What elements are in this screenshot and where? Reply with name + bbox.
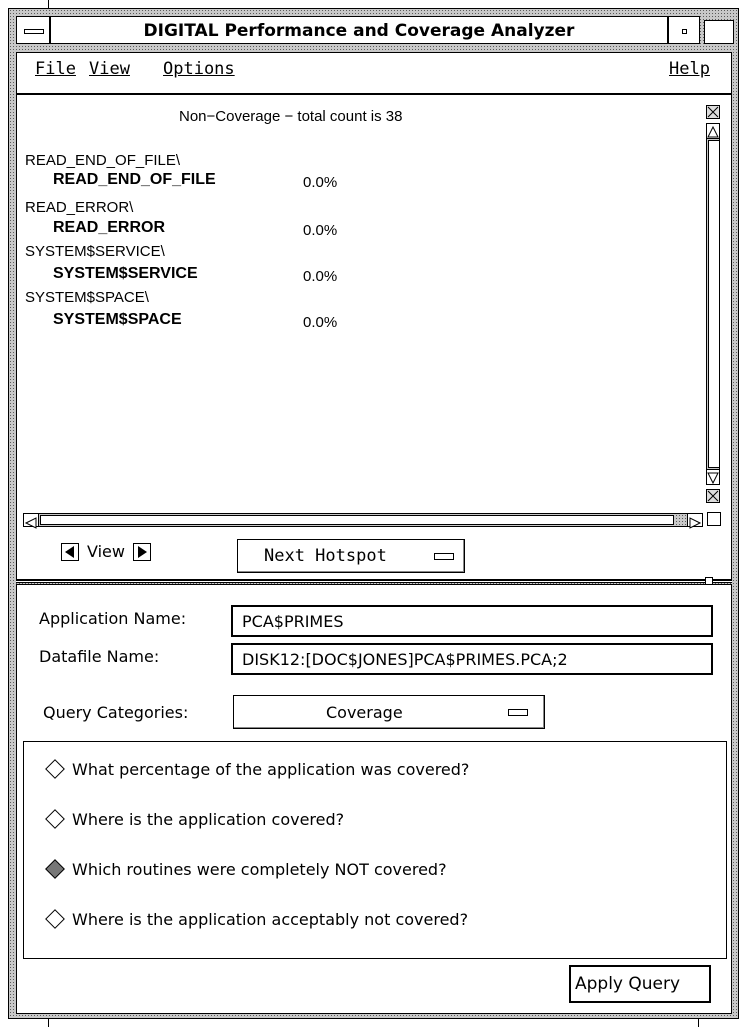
query-option-not-covered[interactable]: Which routines were completely NOT cover… (45, 859, 447, 879)
query-option-label: Which routines were completely NOT cover… (72, 860, 447, 879)
title-bar[interactable]: DIGITAL Performance and Coverage Analyze… (50, 16, 668, 44)
coverage-percent: 0.0% (303, 222, 338, 239)
next-hotspot-option-menu[interactable]: Next Hotspot (237, 539, 465, 573)
module-name[interactable]: READ_ERROR\ (25, 199, 133, 216)
query-radio-box: What percentage of the application was c… (23, 741, 727, 959)
query-option-label: Where is the application acceptably not … (72, 910, 469, 929)
vertical-scroll-thumb[interactable] (708, 140, 720, 468)
option-menu-indicator-icon (434, 553, 454, 560)
radio-diamond-icon[interactable] (45, 809, 65, 829)
routine-name[interactable]: SYSTEM$SPACE (53, 311, 182, 329)
query-category-value: Coverage (326, 703, 403, 722)
menu-view[interactable]: View (89, 59, 130, 79)
routine-name[interactable]: SYSTEM$SERVICE (53, 265, 198, 283)
query-option-where-covered[interactable]: Where is the application covered? (45, 809, 345, 829)
menu-help-label: Help (669, 59, 710, 79)
menu-options[interactable]: Options (163, 59, 235, 79)
apply-query-button[interactable]: Apply Query (569, 965, 711, 1003)
coverage-percent: 0.0% (303, 174, 338, 191)
datafile-name-field[interactable]: DISK12:[DOC$JONES]PCA$PRIMES.PCA;2 (231, 643, 713, 675)
menu-options-label: Options (163, 59, 235, 79)
module-name[interactable]: SYSTEM$SPACE\ (25, 289, 149, 306)
scroll-up-arrow-icon[interactable] (707, 124, 719, 139)
radio-diamond-icon[interactable] (45, 759, 65, 779)
results-pane: Non−Coverage − total count is 38 READ_EN… (16, 94, 732, 580)
minimize-button[interactable] (668, 16, 700, 44)
query-option-acceptably-not-covered[interactable]: Where is the application acceptably not … (45, 909, 469, 929)
radio-diamond-icon[interactable] (45, 909, 65, 929)
view-previous-button[interactable] (61, 543, 79, 561)
pane-separator (16, 580, 732, 583)
scroll-right-arrow-icon[interactable] (687, 514, 702, 529)
query-categories-option-menu[interactable]: Coverage (233, 695, 545, 729)
window-menu-button[interactable] (16, 16, 50, 44)
horizontal-scroll-thumb[interactable] (40, 515, 674, 525)
application-name-label: Application Name: (39, 609, 187, 628)
query-categories-label: Query Categories: (43, 703, 189, 722)
frame-resize-bottom-right[interactable] (698, 1018, 699, 1027)
menu-bar: File View Options Help (16, 52, 732, 94)
results-header: Non−Coverage − total count is 38 (179, 108, 403, 125)
datafile-name-label: Datafile Name: (39, 647, 160, 666)
apply-query-label: Apply Query (575, 974, 681, 994)
view-next-button[interactable] (133, 543, 151, 561)
datafile-name-value: DISK12:[DOC$JONES]PCA$PRIMES.PCA;2 (242, 650, 568, 669)
coverage-percent: 0.0% (303, 314, 338, 331)
frame-resize-top[interactable] (48, 0, 49, 9)
query-pane: Application Name: PCA$PRIMES Datafile Na… (16, 584, 732, 1014)
query-option-percentage[interactable]: What percentage of the application was c… (45, 759, 470, 779)
frame-resize-bottom[interactable] (48, 1018, 49, 1027)
menu-view-label: View (89, 59, 130, 79)
maximize-button[interactable] (704, 20, 734, 44)
menu-file-label: File (35, 59, 76, 79)
application-name-value: PCA$PRIMES (242, 612, 344, 631)
menu-file[interactable]: File (35, 59, 76, 79)
scroll-corner-button[interactable] (707, 512, 721, 526)
scroll-left-arrow-icon[interactable] (24, 514, 39, 529)
query-option-label: Where is the application covered? (72, 810, 345, 829)
routine-name[interactable]: READ_END_OF_FILE (53, 171, 216, 189)
view-nav-label: View (87, 542, 125, 561)
routine-name[interactable]: READ_ERROR (53, 219, 165, 237)
next-hotspot-label: Next Hotspot (264, 546, 387, 566)
module-name[interactable]: READ_END_OF_FILE\ (25, 152, 180, 169)
module-name[interactable]: SYSTEM$SERVICE\ (25, 243, 165, 260)
coverage-percent: 0.0% (303, 268, 338, 285)
query-option-label: What percentage of the application was c… (72, 760, 470, 779)
horizontal-scrollbar[interactable] (23, 513, 703, 529)
menu-help[interactable]: Help (669, 59, 710, 79)
option-menu-indicator-icon (508, 709, 528, 716)
radio-diamond-selected-icon[interactable] (45, 859, 65, 879)
application-name-field[interactable]: PCA$PRIMES (231, 605, 713, 637)
scroll-down-arrow-icon[interactable] (707, 469, 719, 485)
window-title: DIGITAL Performance and Coverage Analyze… (143, 21, 575, 41)
vertical-scroll-top-button[interactable] (706, 105, 720, 119)
vertical-scrollbar[interactable] (706, 123, 720, 485)
vertical-scroll-bottom-button[interactable] (706, 489, 720, 503)
